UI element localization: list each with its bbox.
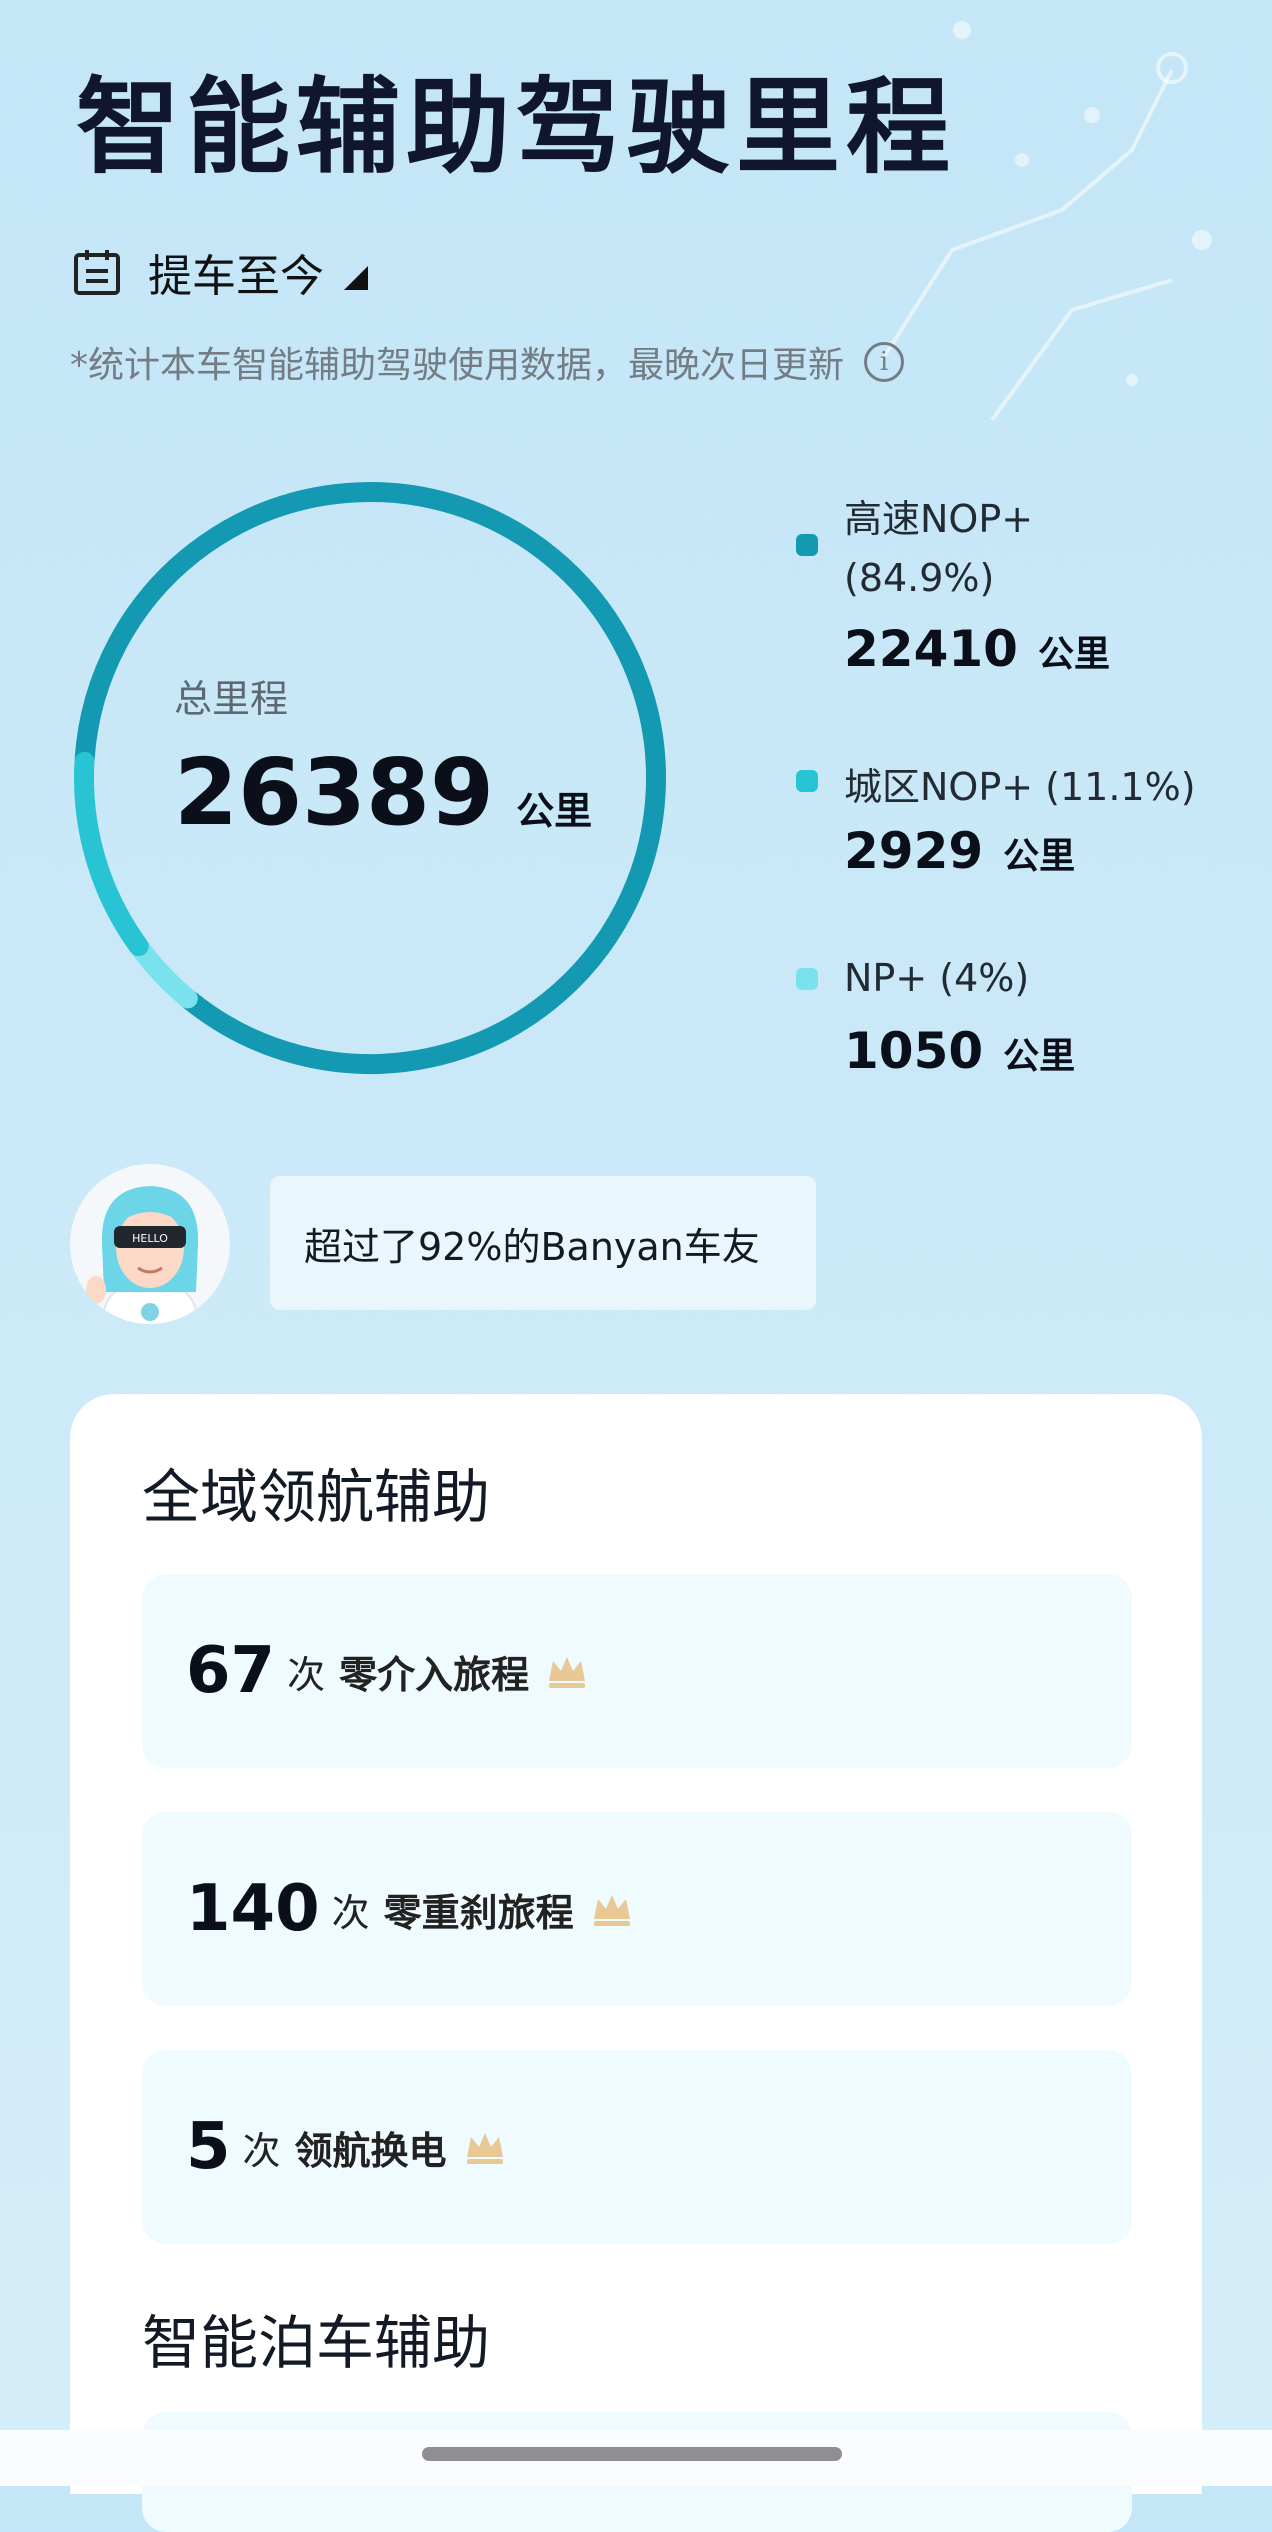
legend-dot-highway xyxy=(796,534,818,556)
legend-name-highway: 高速NOP+ xyxy=(844,497,1034,541)
total-mileage-value: 26389 xyxy=(174,739,495,846)
stat-number: 140 xyxy=(186,1872,320,1946)
period-selector[interactable]: 提车至今 xyxy=(72,240,368,304)
legend-value-np-unit: 公里 xyxy=(1003,1036,1076,1077)
page-title: 智能辅助驾驶里程 xyxy=(76,66,957,188)
stat-text: 零重刹旅程 xyxy=(383,1890,574,1935)
avatar-illustration: HELLO xyxy=(86,1186,199,1324)
stat-text: 零介入旅程 xyxy=(339,1652,530,1697)
stat-unit: 次 xyxy=(331,1890,370,1935)
comparison-bubble: 超过了92%的Banyan车友 xyxy=(270,1176,816,1310)
total-mileage-unit: 公里 xyxy=(516,789,593,833)
legend-value-np: 1050 公里 xyxy=(844,1022,1075,1080)
total-mileage-value-row: 26389 公里 xyxy=(174,739,592,846)
legend-dot-city xyxy=(796,770,818,792)
total-mileage: 总里程 26389 公里 xyxy=(174,668,592,846)
legend-value-city-unit: 公里 xyxy=(1003,836,1076,877)
stat-unit: 次 xyxy=(287,1652,326,1697)
crown-icon xyxy=(549,1657,586,1688)
home-indicator[interactable] xyxy=(422,2447,842,2461)
stat-number: 5 xyxy=(186,2110,231,2184)
legend-value-np-number: 1050 xyxy=(844,1022,984,1080)
legend-value-city-number: 2929 xyxy=(844,822,984,880)
stats-note: *统计本车智能辅助驾驶使用数据，最晚次日更新 i xyxy=(70,336,905,388)
legend-value-highway-number: 22410 xyxy=(844,620,1018,678)
legend-name-np: NP+ (4%) xyxy=(844,956,1030,1000)
total-mileage-label: 总里程 xyxy=(174,677,289,721)
dropdown-triangle-icon xyxy=(344,266,368,290)
period-label: 提车至今 xyxy=(148,251,324,302)
legend-value-highway: 22410 公里 xyxy=(844,620,1110,678)
feature-stats-card: 全域领航辅助 67 次 零介入旅程 140 次 零重刹旅程 5 次 领航换电 智… xyxy=(70,1394,1202,2532)
comparison-text: 超过了92%的Banyan车友 xyxy=(304,1224,760,1269)
legend-name-city: 城区NOP+ (11.1%) xyxy=(844,765,1196,809)
donut-segment-np xyxy=(130,938,198,1009)
stat-battery-swap[interactable]: 5 次 领航换电 xyxy=(142,2050,1132,2244)
calendar-icon xyxy=(74,250,120,295)
donut-segment-city xyxy=(74,751,149,957)
crown-icon xyxy=(466,2133,503,2164)
crown-icon xyxy=(593,1895,630,1926)
legend-value-highway-unit: 公里 xyxy=(1037,634,1110,675)
avatar-badge-text: HELLO xyxy=(132,1232,168,1245)
stats-note-text: *统计本车智能辅助驾驶使用数据，最晚次日更新 xyxy=(70,345,845,386)
legend-share-highway: (84.9%) xyxy=(844,556,995,600)
avatar: HELLO xyxy=(70,1164,230,1324)
stat-zero-hard-brake[interactable]: 140 次 零重刹旅程 xyxy=(142,1812,1132,2006)
section-title-navigation: 全域领航辅助 xyxy=(142,1463,491,1531)
stat-unit: 次 xyxy=(242,2128,281,2173)
stat-text: 领航换电 xyxy=(294,2128,447,2173)
info-icon[interactable]: i xyxy=(864,342,905,382)
stat-number: 67 xyxy=(186,1634,276,1708)
legend-dot-np xyxy=(796,968,818,990)
stat-zero-intervention[interactable]: 67 次 零介入旅程 xyxy=(142,1574,1132,1768)
section-title-parking: 智能泊车辅助 xyxy=(142,2309,491,2377)
legend-value-city: 2929 公里 xyxy=(844,822,1075,880)
